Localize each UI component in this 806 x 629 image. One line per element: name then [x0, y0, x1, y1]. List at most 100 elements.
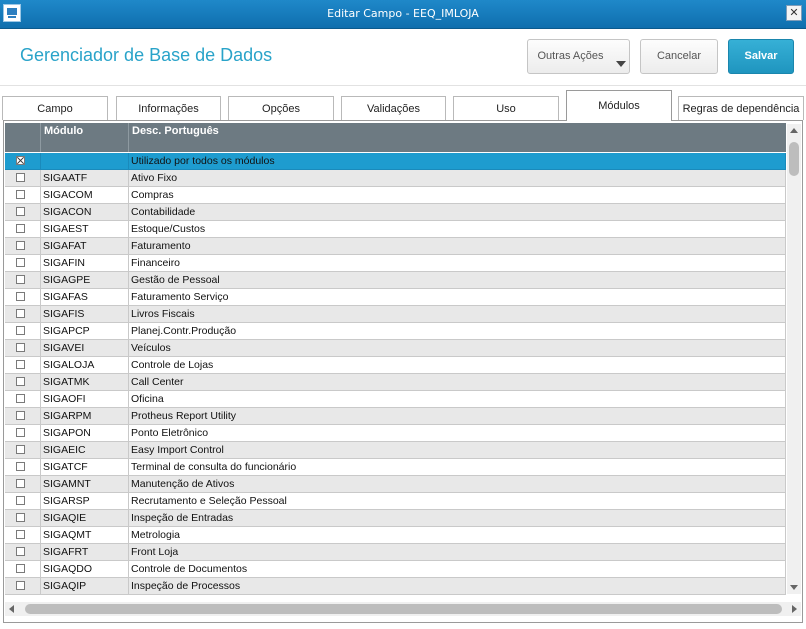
row-check-cell[interactable]	[5, 340, 41, 356]
tab-informacoes[interactable]: Informações	[116, 96, 221, 120]
checkbox[interactable]	[16, 292, 25, 301]
row-check-cell[interactable]	[5, 527, 41, 543]
row-check-cell[interactable]	[5, 306, 41, 322]
table-row[interactable]: SIGAEIC Easy Import Control	[5, 442, 786, 459]
header-desc-column[interactable]: Desc. Português	[129, 123, 786, 152]
scroll-up-arrow-icon[interactable]	[790, 128, 798, 133]
table-row[interactable]: SIGAFIS Livros Fiscais	[5, 306, 786, 323]
checkbox[interactable]	[16, 564, 25, 573]
table-row[interactable]: SIGAVEI Veículos	[5, 340, 786, 357]
checkbox[interactable]	[16, 530, 25, 539]
tab-modulos[interactable]: Módulos	[566, 90, 672, 121]
table-row[interactable]: SIGAFAT Faturamento	[5, 238, 786, 255]
checkbox[interactable]	[16, 360, 25, 369]
module-cell: SIGAOFI	[41, 391, 129, 407]
row-check-cell[interactable]	[5, 408, 41, 424]
horizontal-scroll-thumb[interactable]	[25, 604, 782, 614]
table-row[interactable]: SIGATCF Terminal de consulta do funcionár…	[5, 459, 786, 476]
row-check-cell[interactable]	[5, 357, 41, 373]
table-row[interactable]: SIGAFIN Financeiro	[5, 255, 786, 272]
checkbox[interactable]	[16, 326, 25, 335]
close-button[interactable]: ✕	[786, 5, 802, 21]
table-row[interactable]: SIGAPCP Planej.Contr.Produção	[5, 323, 786, 340]
table-row[interactable]: Utilizado por todos os módulos	[5, 153, 786, 170]
checkbox[interactable]	[16, 496, 25, 505]
row-check-cell[interactable]	[5, 544, 41, 560]
checkbox[interactable]	[16, 445, 25, 454]
checkbox[interactable]	[16, 411, 25, 420]
table-row[interactable]: SIGAPON Ponto Eletrônico	[5, 425, 786, 442]
tab-campo[interactable]: Campo	[2, 96, 108, 120]
checkbox[interactable]	[16, 258, 25, 267]
scroll-right-arrow-icon[interactable]	[792, 605, 797, 613]
checkbox[interactable]	[16, 547, 25, 556]
scroll-down-arrow-icon[interactable]	[790, 585, 798, 590]
tab-opcoes[interactable]: Opções	[228, 96, 334, 120]
row-check-cell[interactable]	[5, 204, 41, 220]
row-check-cell[interactable]	[5, 442, 41, 458]
checkbox[interactable]	[16, 190, 25, 199]
row-check-cell[interactable]	[5, 561, 41, 577]
other-actions-button[interactable]: Outras Ações	[527, 39, 630, 74]
row-check-cell[interactable]	[5, 374, 41, 390]
row-check-cell[interactable]	[5, 391, 41, 407]
tab-regras-de-dependencia[interactable]: Regras de dependência	[678, 96, 804, 120]
row-check-cell[interactable]	[5, 476, 41, 492]
checkbox[interactable]	[16, 479, 25, 488]
table-row[interactable]: SIGALOJA Controle de Lojas	[5, 357, 786, 374]
row-check-cell[interactable]	[5, 459, 41, 475]
table-row[interactable]: SIGAATF Ativo Fixo	[5, 170, 786, 187]
row-check-cell[interactable]	[5, 510, 41, 526]
horizontal-scrollbar[interactable]	[5, 602, 801, 616]
row-check-cell[interactable]	[5, 238, 41, 254]
cancel-button[interactable]: Cancelar	[640, 39, 718, 74]
save-button[interactable]: Salvar	[728, 39, 794, 74]
table-row[interactable]: SIGAQIE Inspeção de Entradas	[5, 510, 786, 527]
table-row[interactable]: SIGAOFI Oficina	[5, 391, 786, 408]
row-check-cell[interactable]	[5, 187, 41, 203]
table-row[interactable]: SIGAQDO Controle de Documentos	[5, 561, 786, 578]
checkbox[interactable]	[16, 377, 25, 386]
table-row[interactable]: SIGACOM Compras	[5, 187, 786, 204]
scroll-left-arrow-icon[interactable]	[9, 605, 14, 613]
row-check-cell[interactable]	[5, 289, 41, 305]
table-row[interactable]: SIGAFRT Front Loja	[5, 544, 786, 561]
checkbox[interactable]	[16, 462, 25, 471]
table-row[interactable]: SIGACON Contabilidade	[5, 204, 786, 221]
tab-validacoes[interactable]: Validações	[341, 96, 446, 120]
checkbox[interactable]	[16, 241, 25, 250]
row-check-cell[interactable]	[5, 425, 41, 441]
tab-uso[interactable]: Uso	[453, 96, 559, 120]
checkbox[interactable]	[16, 207, 25, 216]
row-check-cell[interactable]	[5, 272, 41, 288]
checkbox[interactable]	[16, 394, 25, 403]
table-row[interactable]: SIGARPM Protheus Report Utility	[5, 408, 786, 425]
checkbox[interactable]	[16, 343, 25, 352]
row-check-cell[interactable]	[5, 493, 41, 509]
table-row[interactable]: SIGAGPE Gestão de Pessoal	[5, 272, 786, 289]
checkbox[interactable]	[16, 224, 25, 233]
row-check-cell[interactable]	[5, 578, 41, 594]
row-check-cell[interactable]	[5, 221, 41, 237]
checkbox[interactable]	[16, 581, 25, 590]
row-check-cell[interactable]	[5, 255, 41, 271]
table-row[interactable]: SIGAEST Estoque/Custos	[5, 221, 786, 238]
row-check-cell[interactable]	[5, 170, 41, 186]
table-row[interactable]: SIGAQIP Inspeção de Processos	[5, 578, 786, 595]
checkbox[interactable]	[16, 513, 25, 522]
table-row[interactable]: SIGAFAS Faturamento Serviço	[5, 289, 786, 306]
table-row[interactable]: SIGATMK Call Center	[5, 374, 786, 391]
header-module-column[interactable]: Módulo	[41, 123, 129, 152]
row-check-cell[interactable]	[5, 323, 41, 339]
vertical-scroll-thumb[interactable]	[789, 142, 799, 176]
table-row[interactable]: SIGARSP Recrutamento e Seleção Pessoal	[5, 493, 786, 510]
checkbox[interactable]	[16, 156, 25, 165]
row-check-cell[interactable]	[5, 153, 41, 169]
checkbox[interactable]	[16, 309, 25, 318]
checkbox[interactable]	[16, 173, 25, 182]
checkbox[interactable]	[16, 275, 25, 284]
table-row[interactable]: SIGAMNT Manutenção de Ativos	[5, 476, 786, 493]
vertical-scrollbar[interactable]	[787, 124, 801, 594]
table-row[interactable]: SIGAQMT Metrologia	[5, 527, 786, 544]
checkbox[interactable]	[16, 428, 25, 437]
